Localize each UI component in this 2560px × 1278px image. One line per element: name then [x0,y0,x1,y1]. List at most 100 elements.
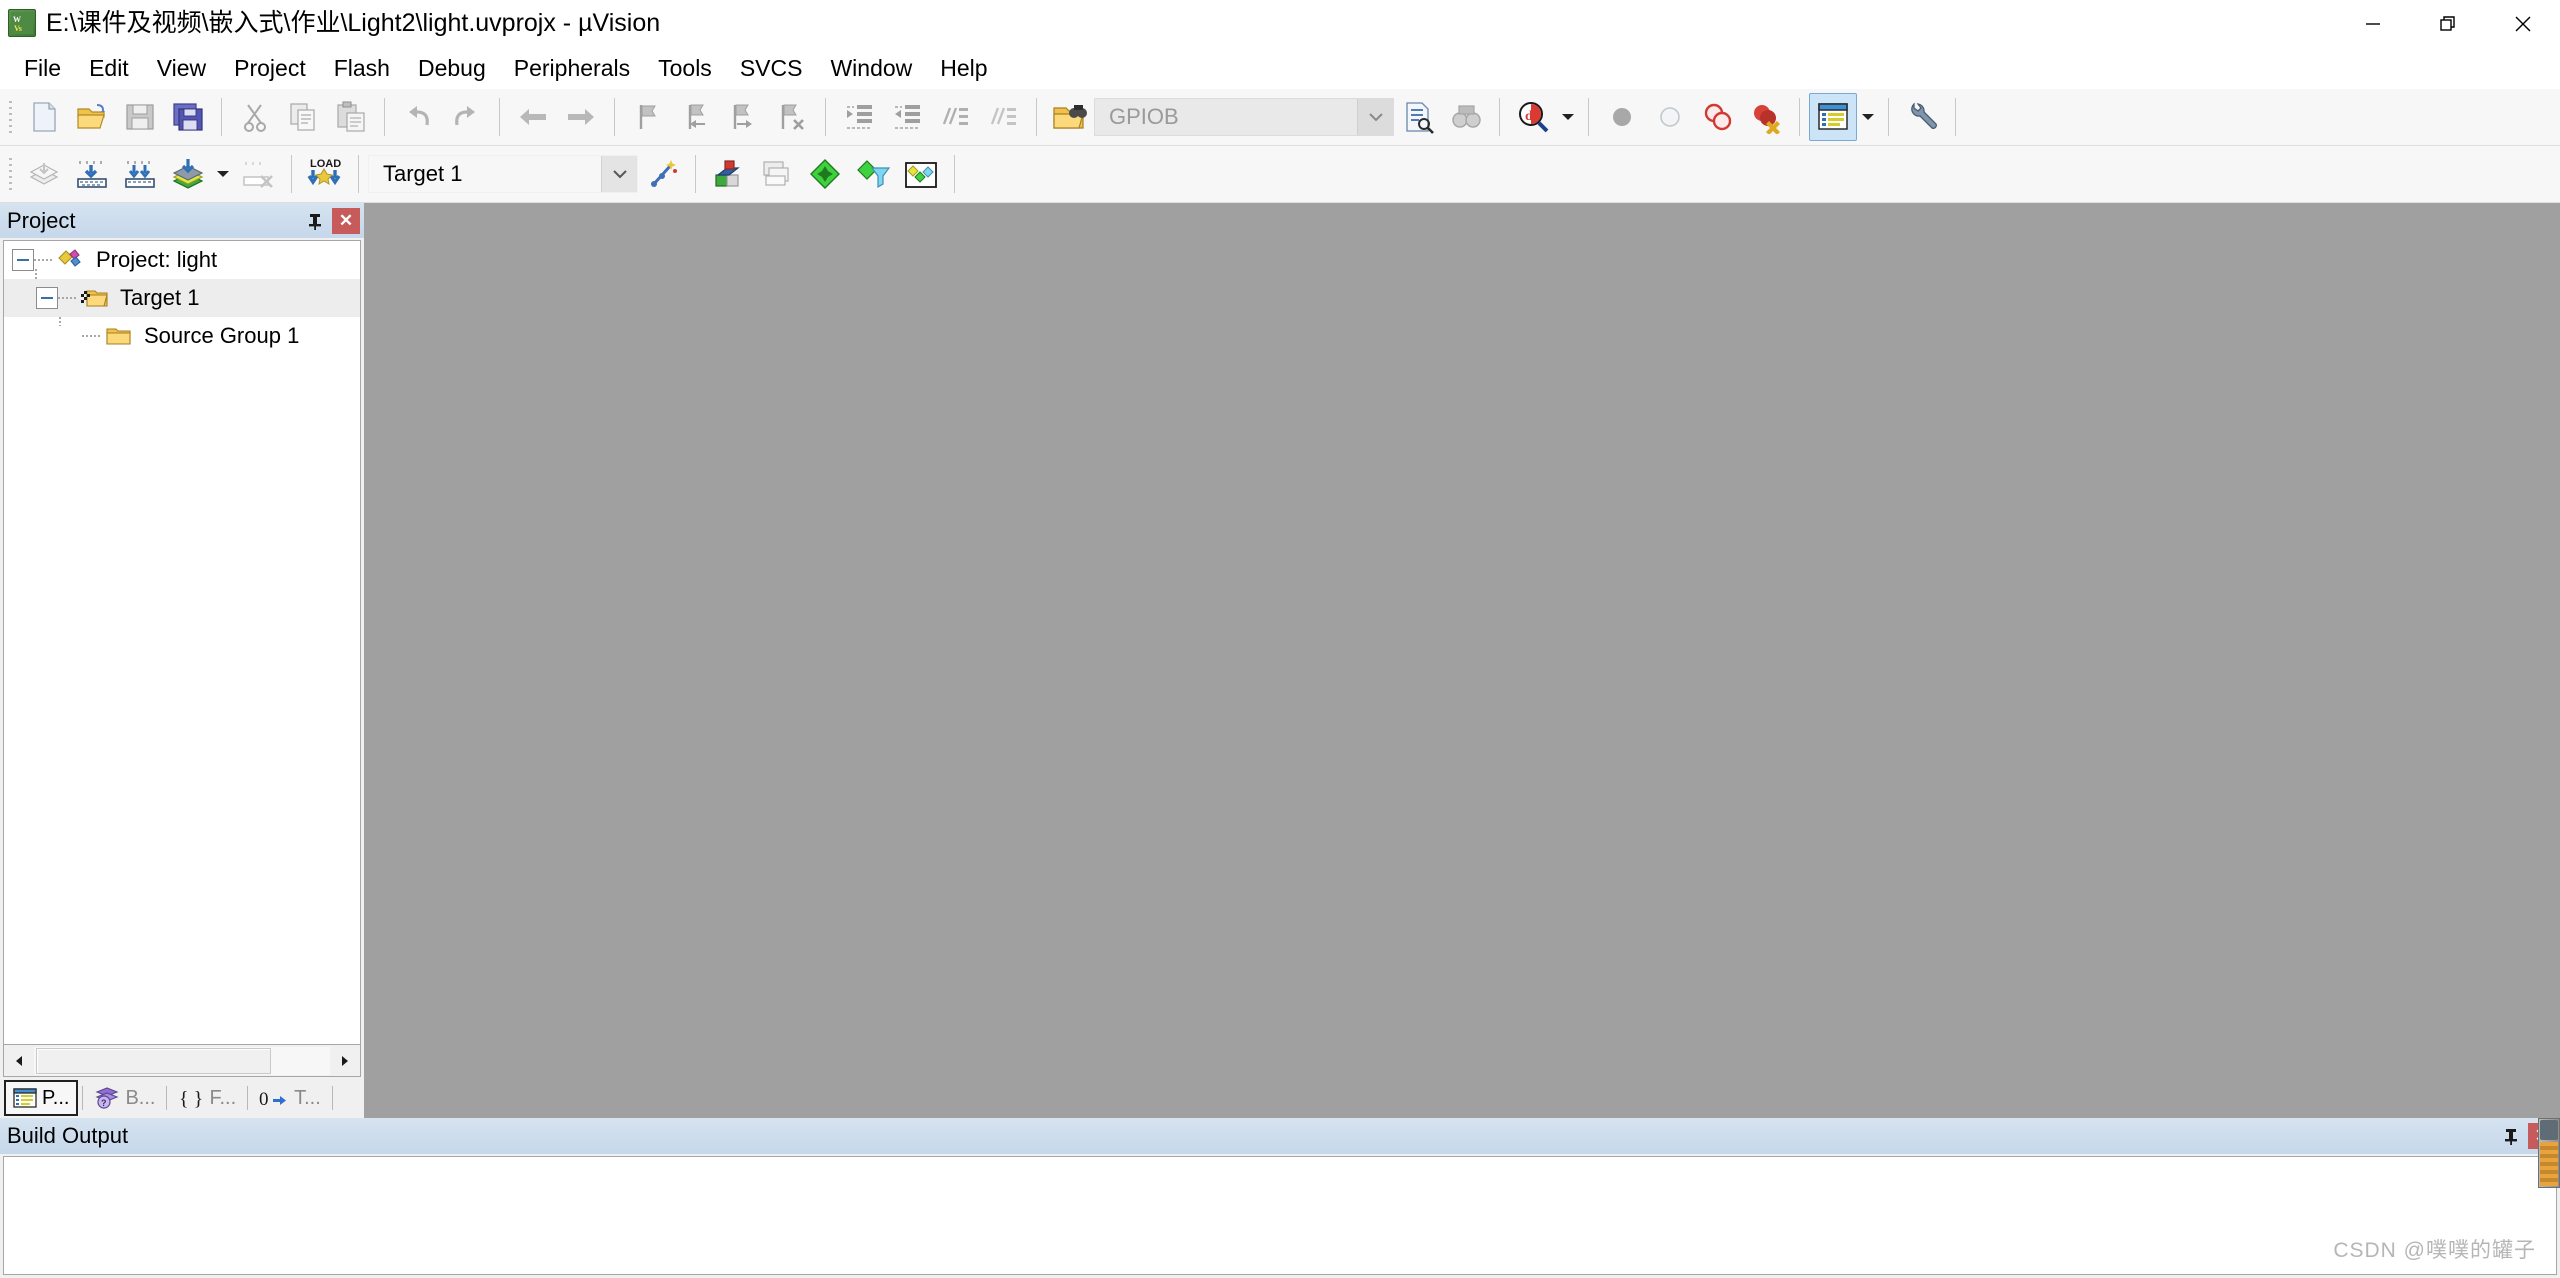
menu-item-window[interactable]: Window [816,50,926,86]
batch-build-button[interactable] [164,150,212,198]
project-panel-pin-button[interactable] [302,208,328,234]
undo-button[interactable] [394,93,442,141]
clear-bookmarks-button[interactable] [768,93,816,141]
restore-button[interactable] [2410,0,2485,47]
menu-item-peripherals[interactable]: Peripherals [500,50,644,86]
hscroll-left-button[interactable] [4,1046,34,1075]
minimize-button[interactable] [2335,0,2410,47]
menu-item-flash[interactable]: Flash [320,50,404,86]
batch-build-dropdown[interactable] [212,150,234,198]
tab-project[interactable]: P... [4,1080,79,1116]
kill-all-breakpoints-button[interactable] [1742,93,1790,141]
pack-installer-button[interactable] [801,150,849,198]
menu-item-view[interactable]: View [143,50,220,86]
open-file-button[interactable] [68,93,116,141]
cut-button[interactable] [231,93,279,141]
target-options-button[interactable] [638,150,686,198]
paste-button[interactable] [327,93,375,141]
debug-session-dropdown[interactable] [1557,93,1579,141]
manage-project-items-button[interactable] [753,150,801,198]
window-controls [2335,0,2560,47]
translate-file-button[interactable] [20,150,68,198]
configuration-wizard-button[interactable] [1898,93,1946,141]
navigate-forward-button[interactable] [557,93,605,141]
build-output-panel: Build Output ✕ [0,1118,2560,1278]
select-software-packs-button[interactable] [897,150,945,198]
tree-expander-target[interactable] [36,287,58,309]
overlay-scrollbar-head[interactable] [2540,1120,2558,1140]
toolbar-grip[interactable] [5,97,17,137]
find-in-files-button[interactable] [1046,93,1094,141]
project-panel-close-button[interactable]: ✕ [332,207,360,234]
menu-item-file[interactable]: File [10,50,75,86]
target-combo[interactable]: Target 1 [368,155,638,193]
toolbar-separator [1799,98,1800,136]
manage-windows-dropdown[interactable] [1857,93,1879,141]
enable-breakpoint-button[interactable] [1646,93,1694,141]
save-button[interactable] [116,93,164,141]
overlay-scrollbar-thumb[interactable] [2540,1142,2558,1186]
find-combo-value[interactable]: GPIOB [1095,99,1357,135]
find-combo-dropdown[interactable] [1357,99,1393,135]
indent-button[interactable] [835,93,883,141]
hscroll-thumb[interactable] [36,1047,271,1074]
uncomment-button[interactable] [979,93,1027,141]
tree-node-project[interactable]: Project: light [4,241,360,279]
build-target-button[interactable] [68,150,116,198]
menu-item-project[interactable]: Project [220,50,320,86]
save-all-button[interactable] [164,93,212,141]
project-panel-caption: Project ✕ [0,203,364,238]
navigate-backward-button[interactable] [509,93,557,141]
next-bookmark-button[interactable] [720,93,768,141]
project-tree[interactable]: Project: light Target 1 Source Group 1 [3,240,361,1045]
manage-run-time-environment-button[interactable] [849,150,897,198]
menu-item-tools[interactable]: Tools [644,50,726,86]
project-tree-hscrollbar[interactable] [3,1045,361,1077]
tab-templates[interactable]: 0 T... [252,1080,328,1116]
toolbar-grip[interactable] [5,154,17,194]
close-button[interactable] [2485,0,2560,47]
debug-session-button[interactable]: d [1509,93,1557,141]
menu-item-edit[interactable]: Edit [75,50,143,86]
undo-arrow-icon [409,106,429,126]
rebuild-all-button[interactable] [116,150,164,198]
bookmark-previous-icon [688,104,705,129]
translate-icon [29,163,59,185]
copy-button[interactable] [279,93,327,141]
overlay-scrollbar[interactable] [2538,1118,2560,1188]
download-button[interactable]: LOAD [301,150,349,198]
toggle-bookmark-button[interactable] [624,93,672,141]
toolbar-separator [1888,98,1889,136]
project-panel-title: Project [7,207,76,233]
redo-button[interactable] [442,93,490,141]
menu-item-debug[interactable]: Debug [404,50,500,86]
stop-build-button[interactable] [234,150,282,198]
target-combo-dropdown[interactable] [601,156,637,192]
hscroll-right-button[interactable] [330,1046,360,1075]
menu-item-svcs[interactable]: SVCS [726,50,817,86]
comment-button[interactable] [931,93,979,141]
build-output-text[interactable] [3,1156,2557,1275]
tab-functions[interactable]: { } F... [171,1080,243,1116]
previous-bookmark-button[interactable] [672,93,720,141]
find-next-button[interactable] [1442,93,1490,141]
tree-expander-project[interactable] [12,249,34,271]
insert-breakpoint-button[interactable] [1598,93,1646,141]
project-panel: Project ✕ Project: light Target 1 Source… [0,203,364,1118]
tab-books[interactable]: ? B... [87,1080,162,1116]
outdent-button[interactable] [883,93,931,141]
binoculars-icon [1452,105,1481,128]
options-for-target-button[interactable] [705,150,753,198]
tree-node-source-group[interactable]: Source Group 1 [4,317,360,355]
target-combo-value[interactable]: Target 1 [369,156,601,192]
new-file-button[interactable] [20,93,68,141]
hscroll-track[interactable] [34,1046,330,1075]
manage-windows-button[interactable] [1809,93,1857,141]
menu-item-help[interactable]: Help [926,50,1001,86]
incremental-find-button[interactable] [1394,93,1442,141]
build-output-pin-button[interactable] [2498,1123,2524,1149]
disable-all-breakpoints-button[interactable] [1694,93,1742,141]
stop-build-icon [243,162,273,188]
tree-node-target[interactable]: Target 1 [4,279,360,317]
find-combo[interactable]: GPIOB [1094,98,1394,136]
